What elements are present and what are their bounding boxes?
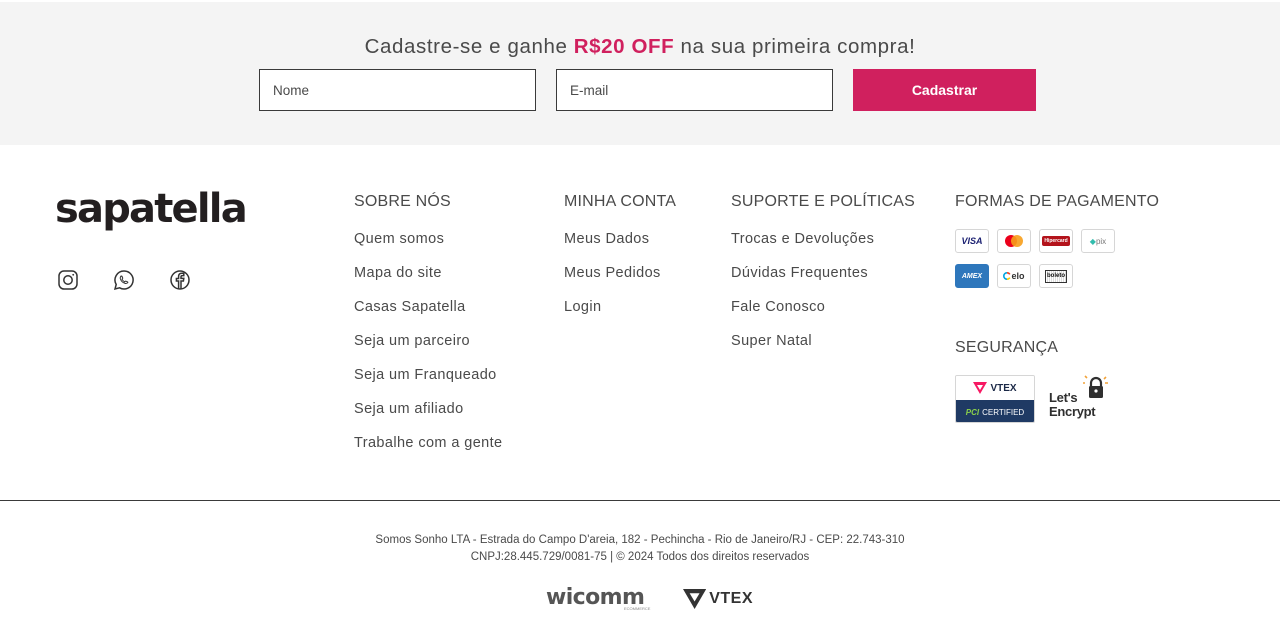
mastercard-icon xyxy=(997,229,1031,253)
wicomm-sublabel: ECOMMERCE xyxy=(624,606,651,611)
newsletter-title-suffix: na sua primeira compra! xyxy=(674,35,916,58)
newsletter-submit-button[interactable]: Cadastrar xyxy=(853,69,1036,111)
footer-column-sobre-nos: SOBRE NÓS Quem somos Mapa do site Casas … xyxy=(354,192,503,467)
vtex-seal-label: VTEX xyxy=(990,382,1017,394)
hipercard-label: Hipercard xyxy=(1042,236,1070,246)
vtex-logo[interactable]: VTEX xyxy=(683,586,753,612)
company-cnpj: CNPJ:28.445.729/0081-75 | © 2024 Todos d… xyxy=(470,551,810,563)
footer-link-login[interactable]: Login xyxy=(564,297,601,317)
letsencrypt-seal: Let's Encrypt xyxy=(1049,375,1111,423)
visa-icon: VISA xyxy=(955,229,989,253)
pix-icon: ◆ pix xyxy=(1081,229,1115,253)
footer-link-seja-franqueado[interactable]: Seja um Franqueado xyxy=(354,365,497,385)
wicomm-logo[interactable]: wicomm ECOMMERCE xyxy=(546,585,650,615)
hipercard-icon: Hipercard xyxy=(1039,229,1073,253)
newsletter-name-input[interactable] xyxy=(259,69,536,111)
footer-link-fale-conosco[interactable]: Fale Conosco xyxy=(731,297,825,317)
boleto-icon: boleto xyxy=(1039,264,1073,288)
footer-link-super-natal[interactable]: Super Natal xyxy=(731,331,812,351)
pci-prefix: PCI xyxy=(965,407,980,417)
newsletter-promo: R$20 OFF xyxy=(573,35,675,58)
newsletter-email-input[interactable] xyxy=(556,69,833,111)
footer-divider xyxy=(0,500,1280,501)
pix-label: pix xyxy=(1095,236,1107,246)
vtex-icon xyxy=(683,589,707,609)
footer-link-seja-afiliado[interactable]: Seja um afiliado xyxy=(354,399,464,419)
footer-link-quem-somos[interactable]: Quem somos xyxy=(354,229,444,249)
amex-icon: AMEX xyxy=(955,264,989,288)
footer-link-meus-pedidos[interactable]: Meus Pedidos xyxy=(564,263,661,283)
footer-link-trabalhe-conosco[interactable]: Trabalhe com a gente xyxy=(354,433,503,453)
column-title-sobre-nos: SOBRE NÓS xyxy=(354,193,451,210)
vtex-pci-seal: VTEX PCI CERTIFIED xyxy=(955,375,1035,423)
company-address: Somos Sonho LTA - Estrada do Campo D'are… xyxy=(375,534,905,546)
newsletter-title: Cadastre-se e ganhe R$20 OFF na sua prim… xyxy=(0,35,1280,59)
footer-link-trocas-devolucoes[interactable]: Trocas e Devoluções xyxy=(731,229,874,249)
payment-title: FORMAS DE PAGAMENTO xyxy=(955,193,1160,210)
footer-link-duvidas-frequentes[interactable]: Dúvidas Frequentes xyxy=(731,263,868,283)
footer-link-casas-sapatella[interactable]: Casas Sapatella xyxy=(354,297,466,317)
pci-label: CERTIFIED xyxy=(982,407,1025,417)
instagram-icon[interactable] xyxy=(56,268,80,292)
footer-legal: Somos Sonho LTA - Estrada do Campo D'are… xyxy=(0,532,1280,566)
elo-icon: elo xyxy=(997,264,1031,288)
footer-link-meus-dados[interactable]: Meus Dados xyxy=(564,229,649,249)
amex-label: AMEX xyxy=(961,272,983,280)
footer-column-suporte: SUPORTE E POLÍTICAS Trocas e Devoluções … xyxy=(731,192,915,365)
newsletter-title-prefix: Cadastre-se e ganhe xyxy=(364,35,574,58)
vtex-seal-icon xyxy=(973,382,988,394)
visa-label: VISA xyxy=(961,236,983,246)
footer-link-seja-parceiro[interactable]: Seja um parceiro xyxy=(354,331,470,351)
boleto-label: boleto xyxy=(1045,269,1067,283)
letsencrypt-line1: Let's xyxy=(1049,390,1078,405)
brand-logo[interactable]: sapatella xyxy=(55,186,248,232)
security-title: SEGURANÇA xyxy=(955,339,1059,356)
footer-link-mapa-do-site[interactable]: Mapa do site xyxy=(354,263,442,283)
column-title-suporte: SUPORTE E POLÍTICAS xyxy=(731,193,915,210)
elo-label: elo xyxy=(1011,271,1025,281)
column-title-minha-conta: MINHA CONTA xyxy=(564,193,677,210)
whatsapp-icon[interactable] xyxy=(112,268,136,292)
letsencrypt-line2: Encrypt xyxy=(1049,404,1096,419)
newsletter-section: Cadastre-se e ganhe R$20 OFF na sua prim… xyxy=(0,2,1280,145)
footer-column-minha-conta: MINHA CONTA Meus Dados Meus Pedidos Logi… xyxy=(564,192,676,331)
vtex-label: VTEX xyxy=(709,590,753,607)
facebook-icon[interactable] xyxy=(168,268,192,292)
